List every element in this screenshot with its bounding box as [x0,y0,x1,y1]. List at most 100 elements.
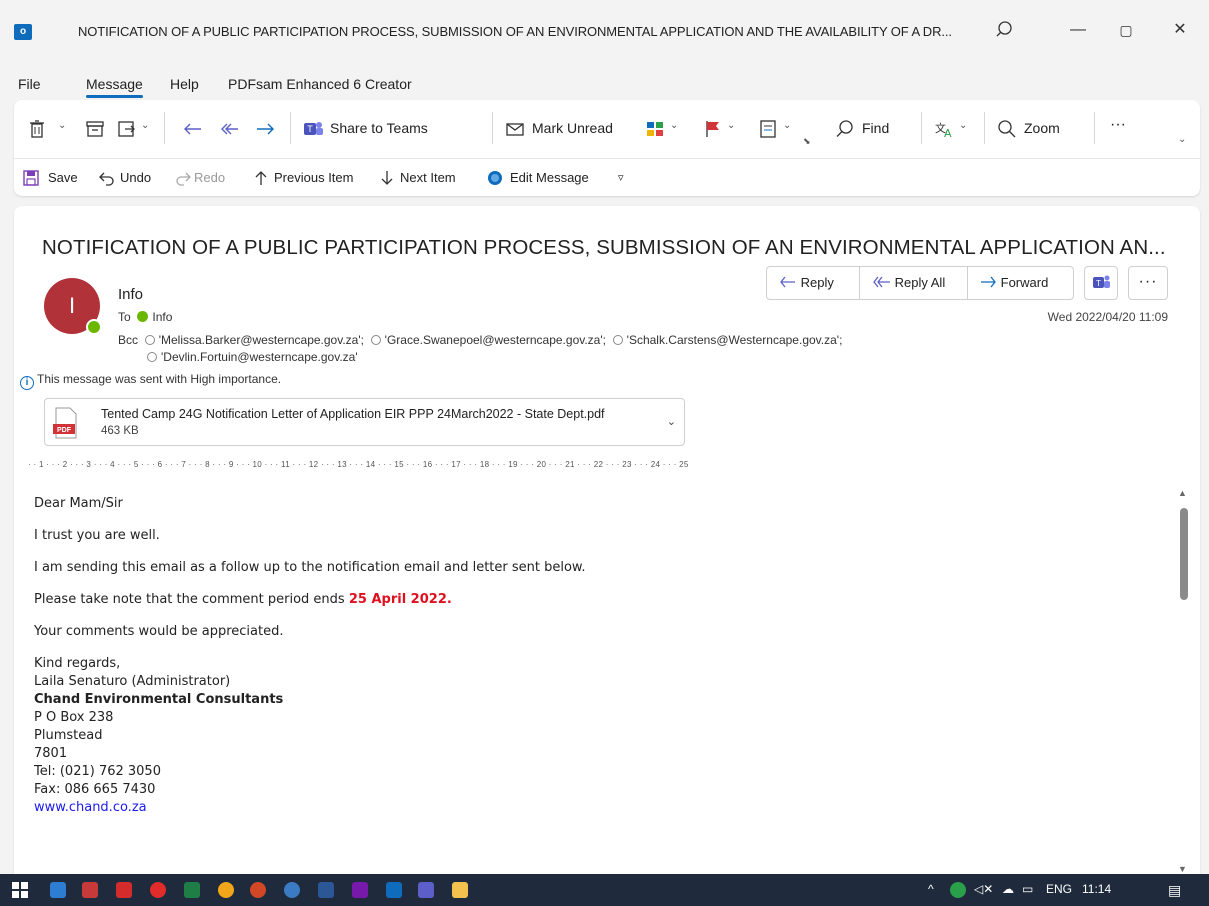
to-label: To [118,310,131,324]
teams-chat-button[interactable]: T [1084,266,1118,300]
reply-button[interactable]: Reply [779,267,834,299]
close-button[interactable]: ✕ [1170,20,1190,40]
zoom-label[interactable]: Zoom [1024,120,1060,136]
maximize-button[interactable]: ▢ [1116,20,1136,40]
edit-message-icon[interactable] [486,169,504,187]
translate-icon[interactable]: 文A [934,118,956,140]
outlook-taskbar-icon[interactable] [386,882,402,898]
customize-toolbar-icon[interactable]: ▿ [618,171,624,184]
find-icon[interactable] [834,118,856,140]
quick-access-toolbar: Save Undo Redo Previous Item Next Item E… [14,158,1200,196]
reply-actions: Reply Reply All Forward [766,266,1074,300]
chevron-up-icon[interactable]: ^ [928,882,934,896]
media-player-icon[interactable] [50,882,66,898]
bcc-line: Bcc 'Melissa.Barker@westerncape.gov.za';… [118,333,842,347]
undo-icon[interactable] [98,169,116,187]
bcc-recipient[interactable]: 'Schalk.Carstens@Westerncape.gov.za'; [627,333,843,347]
windows-start-icon[interactable] [12,882,28,898]
sent-date: Wed 2022/04/20 11:09 [1047,310,1168,324]
more-actions-button[interactable]: ··· [1128,266,1168,300]
vertical-scrollbar[interactable]: ▲ ▼ [1176,488,1190,874]
chevron-down-icon[interactable]: ⌄ [58,120,66,131]
more-commands-button[interactable]: ··· [1110,116,1126,134]
chevron-down-icon[interactable]: ⌄ [670,120,678,131]
word-icon[interactable] [318,882,334,898]
chevron-down-icon[interactable]: ⌄ [783,120,791,131]
zoom-icon[interactable] [996,118,1018,140]
speaker-muted-icon[interactable]: ◁✕ [974,882,993,896]
ribbon: ⌄ ⌄ T Share to Teams Mark Unread ⌄ ⌄ ⌄ ⬊… [14,100,1200,196]
scrollbar-thumb[interactable] [1180,508,1188,600]
menu-help[interactable]: Help [170,76,199,92]
search-icon[interactable] [995,18,1019,42]
forward-icon[interactable] [254,118,276,140]
next-item-button[interactable]: Next Item [400,170,456,185]
save-button[interactable]: Save [48,170,78,185]
categorize-icon[interactable] [644,118,666,140]
bcc-recipient[interactable]: 'Grace.Swanepoel@westerncape.gov.za'; [385,333,606,347]
bcc-recipient[interactable]: 'Melissa.Barker@westerncape.gov.za'; [159,333,364,347]
signature-tel: Tel: (021) 762 3050 [34,764,161,779]
app-icon[interactable] [82,882,98,898]
file-explorer-icon[interactable] [452,882,468,898]
find-label[interactable]: Find [862,120,889,136]
signature-city: Plumstead [34,728,103,743]
opera-icon[interactable] [150,882,166,898]
archive-icon[interactable] [84,118,106,140]
teams-taskbar-icon[interactable] [418,882,434,898]
chrome-icon[interactable] [218,882,234,898]
redo-button[interactable]: Redo [194,170,225,185]
scroll-up-icon[interactable]: ▲ [1178,488,1187,498]
svg-text:PDF: PDF [57,427,72,434]
mark-unread-icon[interactable] [504,118,526,140]
signature-website-link[interactable]: www.chand.co.za [34,800,147,815]
notification-icon[interactable]: ▤ [1168,882,1181,899]
undo-button[interactable]: Undo [120,170,151,185]
move-icon[interactable] [116,118,138,140]
powerpoint-icon[interactable] [250,882,266,898]
info-icon: i [20,376,34,390]
clock[interactable]: 11:14 [1082,882,1111,896]
chevron-down-icon[interactable]: ⌄ [141,120,149,131]
expand-group-icon[interactable]: ⬊ [803,136,811,147]
mark-unread-label[interactable]: Mark Unread [532,120,613,136]
edit-message-button[interactable]: Edit Message [510,170,589,185]
previous-item-button[interactable]: Previous Item [274,170,353,185]
language-indicator[interactable]: ENG [1046,882,1072,896]
scroll-down-icon[interactable]: ▼ [1178,864,1187,874]
onenote-icon[interactable] [352,882,368,898]
network-icon[interactable]: ▭ [1022,882,1033,896]
delete-icon[interactable] [26,118,48,140]
arrow-down-icon[interactable] [378,169,396,187]
attachment-card[interactable]: PDF Tented Camp 24G Notification Letter … [44,398,685,446]
reply-all-icon[interactable] [218,118,240,140]
share-to-teams-label[interactable]: Share to Teams [330,120,428,136]
redo-icon[interactable] [174,169,192,187]
chevron-down-icon[interactable]: ⌄ [959,120,967,131]
menu-pdfsam[interactable]: PDFsam Enhanced 6 Creator [228,76,412,92]
menu-message[interactable]: Message [86,76,143,98]
sender-name[interactable]: Info [118,286,143,303]
wordpress-icon[interactable] [284,882,300,898]
acrobat-icon[interactable] [116,882,132,898]
teams-icon[interactable]: T [302,118,324,140]
menu-file[interactable]: File [18,76,41,92]
reply-all-button[interactable]: Reply All [871,267,945,299]
ribbon-commands: ⌄ ⌄ T Share to Teams Mark Unread ⌄ ⌄ ⌄ ⬊… [14,100,1200,156]
security-icon[interactable] [950,882,966,898]
onedrive-icon[interactable]: ☁ [1002,882,1014,896]
forward-button[interactable]: Forward [979,267,1048,299]
reply-icon[interactable] [182,118,204,140]
to-recipient[interactable]: Info [152,310,172,324]
save-icon[interactable] [22,169,40,187]
chevron-down-icon[interactable]: ⌄ [667,415,676,428]
bcc-label: Bcc [118,333,139,347]
excel-icon[interactable] [184,882,200,898]
chevron-down-icon[interactable]: ⌄ [727,120,735,131]
ribbon-expand-chevron-icon[interactable]: ⌄ [1178,134,1186,145]
bcc-recipient[interactable]: 'Devlin.Fortuin@westerncape.gov.za' [161,350,358,364]
arrow-up-icon[interactable] [252,169,270,187]
policy-icon[interactable] [758,118,780,140]
minimize-button[interactable]: — [1068,20,1088,40]
flag-icon[interactable] [702,118,724,140]
